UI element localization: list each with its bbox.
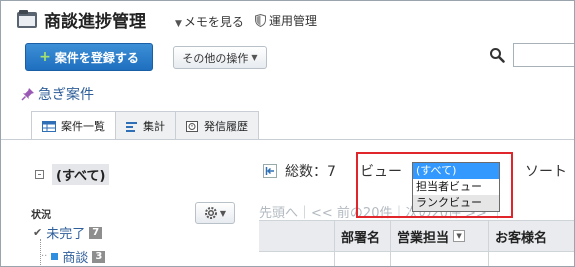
other-actions-label: その他の操作 bbox=[182, 51, 249, 65]
folder-negotiation-label: 商談 bbox=[62, 251, 89, 266]
column-header-department[interactable]: 部署名 bbox=[335, 221, 391, 251]
admin-link-label: 運用管理 bbox=[269, 14, 318, 28]
table-cell bbox=[489, 252, 574, 266]
square-icon bbox=[51, 253, 59, 260]
highlight-box bbox=[356, 152, 513, 218]
tab-send-history[interactable]: 発信履歴 bbox=[175, 111, 259, 140]
tab-bar: 案件一覧 集計 発信履歴 bbox=[31, 111, 259, 140]
collapse-left-button[interactable] bbox=[263, 164, 277, 178]
memo-link[interactable]: ▼ メモを見る bbox=[175, 13, 244, 30]
folder-incomplete-count: 7 bbox=[89, 226, 103, 239]
memo-link-label: メモを見る bbox=[183, 15, 244, 29]
category-label: 急ぎ案件 bbox=[38, 87, 94, 103]
other-actions-button[interactable]: その他の操作 ▼ bbox=[173, 46, 267, 69]
table-header: 部署名 営業担当 ▼ お客様名 bbox=[259, 220, 574, 252]
shield-icon bbox=[255, 14, 266, 27]
sort-label: ソート bbox=[525, 164, 567, 180]
tab-divider bbox=[1, 139, 574, 140]
tab-deal-list-label: 案件一覧 bbox=[61, 120, 105, 133]
column-header-customer-label: お客様名 bbox=[495, 230, 548, 246]
status-heading: 状況 bbox=[31, 210, 51, 221]
table-cell bbox=[335, 252, 391, 266]
folder-all[interactable]: (すべて) bbox=[35, 164, 110, 185]
table-cell bbox=[391, 252, 489, 266]
admin-link[interactable]: 運用管理 bbox=[255, 12, 317, 29]
tab-summary-label: 集計 bbox=[143, 120, 165, 133]
folder-negotiation-count: 3 bbox=[92, 250, 106, 263]
column-header-blank bbox=[259, 221, 335, 251]
collapse-icon[interactable] bbox=[35, 170, 44, 179]
arrow-left-bar-icon bbox=[265, 167, 274, 175]
plus-icon: + bbox=[39, 49, 51, 65]
table-icon bbox=[42, 120, 56, 132]
tab-send-history-label: 発信履歴 bbox=[204, 120, 248, 133]
column-header-sales-rep-label: 営業担当 bbox=[397, 230, 450, 246]
folder-incomplete-label: 未完了 bbox=[46, 227, 86, 242]
column-header-department-label: 部署名 bbox=[341, 230, 381, 246]
tab-deal-list[interactable]: 案件一覧 bbox=[31, 111, 116, 140]
table-row[interactable] bbox=[259, 252, 574, 266]
register-deal-label: 案件を登録する bbox=[54, 50, 139, 65]
search-icon[interactable] bbox=[489, 47, 505, 63]
checkmark-icon: ✔ bbox=[33, 226, 43, 239]
history-icon bbox=[186, 121, 198, 132]
folder-all-label: (すべて) bbox=[52, 164, 110, 185]
summary-icon bbox=[126, 121, 137, 132]
folder-settings-button[interactable]: ▼ bbox=[195, 202, 235, 224]
folder-negotiation[interactable]: ·· 商談 3 bbox=[41, 247, 106, 266]
triangle-down-icon: ▼ bbox=[251, 53, 258, 62]
triangle-down-icon: ▼ bbox=[175, 19, 182, 29]
column-header-customer[interactable]: お客様名 bbox=[489, 221, 574, 251]
gear-icon bbox=[204, 207, 217, 219]
total-count: 総数：7 bbox=[285, 164, 336, 180]
folder-app-icon bbox=[17, 10, 37, 28]
column-header-sales-rep[interactable]: 営業担当 ▼ bbox=[391, 221, 489, 251]
app-window: 商談進捗管理 ▼ メモを見る 運用管理 + 案件を登録する その他の操作 ▼ 急ぎ… bbox=[0, 0, 575, 267]
tab-summary[interactable]: 集計 bbox=[115, 111, 176, 140]
triangle-down-icon: ▼ bbox=[219, 208, 227, 218]
table-cell bbox=[259, 252, 335, 266]
category-title: 急ぎ案件 bbox=[21, 84, 94, 104]
app-title: 商談進捗管理 bbox=[44, 12, 146, 32]
pin-icon bbox=[21, 88, 34, 101]
tree-branch: ·· bbox=[41, 251, 48, 262]
folder-incomplete[interactable]: ✔ 未完了 7 bbox=[33, 223, 103, 242]
app-header: 商談進捗管理 ▼ メモを見る 運用管理 bbox=[1, 1, 574, 39]
search-input[interactable] bbox=[513, 43, 574, 67]
register-deal-button[interactable]: + 案件を登録する bbox=[25, 43, 153, 71]
sort-dropdown-icon[interactable]: ▼ bbox=[453, 230, 466, 242]
